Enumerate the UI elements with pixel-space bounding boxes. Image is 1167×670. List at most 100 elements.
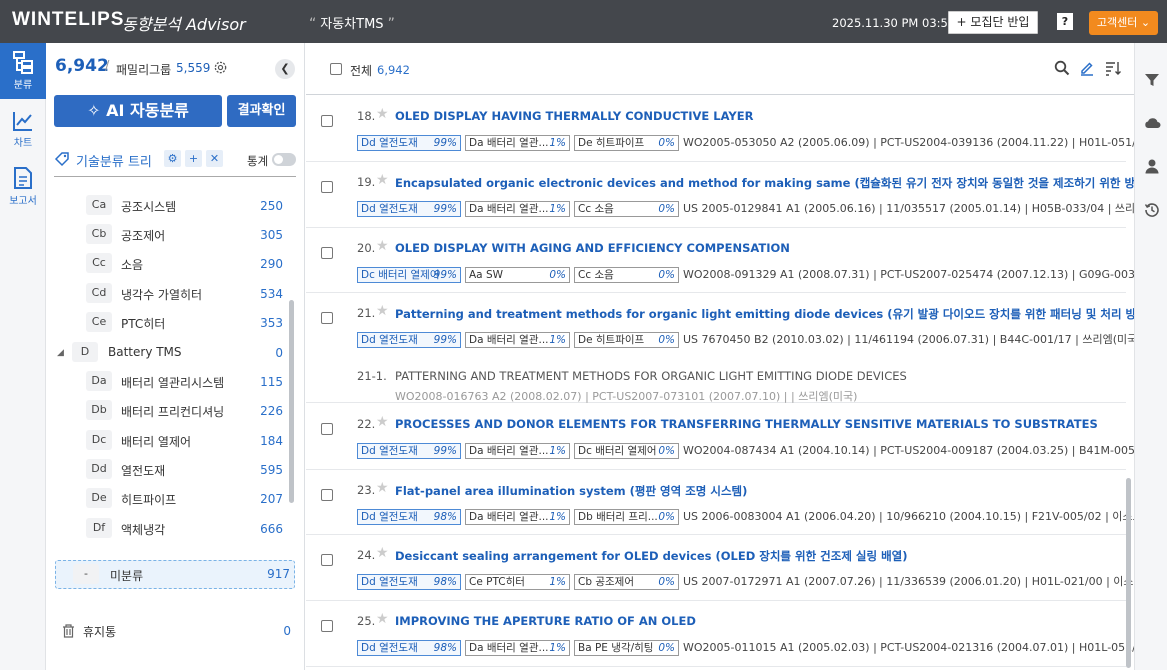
- class-tag-secondary[interactable]: Da 배터리 열관... 1%: [465, 640, 570, 656]
- view-result-button[interactable]: 결과확인: [227, 95, 296, 127]
- select-all-checkbox[interactable]: [330, 63, 342, 75]
- class-tag-tertiary[interactable]: Db 배터리 프리... 0%: [574, 509, 679, 525]
- class-tag-tertiary[interactable]: De 히트파이프 0%: [574, 332, 679, 348]
- patent-title[interactable]: Patterning and treatment methods for org…: [395, 306, 1134, 322]
- tree-node[interactable]: Ca 공조시스템 250: [46, 193, 296, 222]
- tree-node[interactable]: Ce PTC히터 353: [46, 310, 296, 339]
- patent-row[interactable]: 20. ★ OLED DISPLAY WITH AGING AND EFFICI…: [306, 228, 1134, 293]
- tree-scrollbar[interactable]: [289, 300, 294, 503]
- row-checkbox[interactable]: [321, 489, 333, 501]
- nav-chart[interactable]: 차트: [0, 103, 46, 159]
- patent-row[interactable]: 18. ★ OLED DISPLAY HAVING THERMALLY COND…: [306, 96, 1134, 162]
- patent-title[interactable]: Encapsulated organic electronic devices …: [395, 175, 1134, 191]
- row-checkbox[interactable]: [321, 620, 333, 632]
- class-tag-secondary[interactable]: Da 배터리 열관... 1%: [465, 509, 570, 525]
- star-icon[interactable]: ★: [376, 238, 389, 254]
- class-tag-tertiary[interactable]: Ba PE 냉각/히팅 0%: [574, 640, 679, 656]
- tree-node[interactable]: Dd 열전도재 595: [46, 457, 296, 486]
- expand-caret-icon[interactable]: ◢: [57, 348, 64, 358]
- nav-report[interactable]: 보고서: [0, 159, 46, 215]
- tree-remove-button[interactable]: ✕: [206, 150, 223, 167]
- patent-row[interactable]: 22. ★ PROCESSES AND DONOR ELEMENTS FOR T…: [306, 404, 1134, 470]
- row-checkbox[interactable]: [321, 181, 333, 193]
- patent-title[interactable]: Flat-panel area illumination system (평판 …: [395, 483, 747, 499]
- class-tag-tertiary[interactable]: Cc 소음 0%: [574, 201, 679, 217]
- class-tag-tertiary[interactable]: De 히트파이프 0%: [574, 135, 679, 151]
- history-icon[interactable]: [1144, 202, 1160, 218]
- row-checkbox[interactable]: [321, 247, 333, 259]
- patent-row[interactable]: 21. ★ Patterning and treatment methods f…: [306, 293, 1134, 359]
- star-icon[interactable]: ★: [376, 172, 389, 188]
- class-tag-tertiary[interactable]: Dc 배터리 열제어 0%: [574, 443, 679, 459]
- tree-node-parent[interactable]: ◢ D Battery TMS 0: [46, 340, 296, 369]
- star-icon[interactable]: ★: [376, 106, 389, 122]
- list-scrollbar[interactable]: [1126, 478, 1131, 668]
- patent-title[interactable]: IMPROVING THE APERTURE RATIO OF AN OLED: [395, 614, 696, 628]
- patent-title[interactable]: OLED DISPLAY WITH AGING AND EFFICIENCY C…: [395, 241, 790, 255]
- tree-node[interactable]: Cd 냉각수 가열히터 534: [46, 281, 296, 310]
- tag-label: Dd 열전도재: [361, 334, 418, 346]
- patent-row[interactable]: 19. ★ Encapsulated organic electronic de…: [306, 162, 1134, 228]
- tree-node[interactable]: Db 배터리 프리컨디셔닝 226: [46, 398, 296, 427]
- class-tag-primary[interactable]: Dd 열전도재 98%: [357, 574, 461, 590]
- star-icon[interactable]: ★: [376, 545, 389, 561]
- family-sub-row[interactable]: 21-1. PATTERNING AND TREATMENT METHODS F…: [306, 359, 1126, 403]
- tree-add-button[interactable]: +: [185, 150, 202, 167]
- class-tag-primary[interactable]: Dc 배터리 열제어 99%: [357, 267, 461, 283]
- row-checkbox[interactable]: [321, 423, 333, 435]
- import-population-button[interactable]: + 모집단 반입: [948, 11, 1038, 34]
- ai-auto-classify-button[interactable]: ✧ AI 자동분류: [54, 95, 222, 127]
- tree-node[interactable]: Dc 배터리 열제어 184: [46, 428, 296, 457]
- nav-classification[interactable]: 분류: [0, 43, 46, 99]
- class-tag-secondary[interactable]: Ce PTC히터 1%: [465, 574, 570, 590]
- cloud-icon[interactable]: [1144, 116, 1161, 130]
- tree-node[interactable]: Df 액체냉각 666: [46, 516, 296, 545]
- star-icon[interactable]: ★: [376, 611, 389, 627]
- unclassified-node[interactable]: - 미분류 917: [55, 560, 295, 589]
- class-tag-secondary[interactable]: Da 배터리 열관... 1%: [465, 201, 570, 217]
- user-icon[interactable]: [1144, 158, 1160, 174]
- class-tag-tertiary[interactable]: Cc 소음 0%: [574, 267, 679, 283]
- patent-title[interactable]: OLED DISPLAY HAVING THERMALLY CONDUCTIVE…: [395, 109, 753, 123]
- sub-row-title[interactable]: PATTERNING AND TREATMENT METHODS FOR ORG…: [395, 369, 907, 383]
- class-tag-primary[interactable]: Dd 열전도재 98%: [357, 509, 461, 525]
- star-icon[interactable]: ★: [376, 414, 389, 430]
- patent-row[interactable]: 25. ★ IMPROVING THE APERTURE RATIO OF AN…: [306, 601, 1134, 667]
- edit-pen-icon[interactable]: [1079, 60, 1095, 76]
- star-icon[interactable]: ★: [376, 303, 389, 319]
- tree-node[interactable]: Cc 소음 290: [46, 251, 296, 280]
- patent-row[interactable]: 23. ★ Flat-panel area illumination syste…: [306, 470, 1134, 535]
- class-tag-primary[interactable]: Dd 열전도재 99%: [357, 443, 461, 459]
- class-tag-primary[interactable]: Dd 열전도재 99%: [357, 201, 461, 217]
- tree-node[interactable]: De 히트파이프 207: [46, 486, 296, 515]
- class-tag-secondary[interactable]: Da 배터리 열관... 1%: [465, 135, 570, 151]
- help-button[interactable]: ?: [1057, 13, 1073, 30]
- row-checkbox[interactable]: [321, 115, 333, 127]
- sort-icon[interactable]: [1105, 60, 1121, 76]
- tree-node[interactable]: Da 배터리 열관리시스템 115: [46, 369, 296, 398]
- patent-title[interactable]: Desiccant sealing arrangement for OLED d…: [395, 548, 908, 564]
- stats-toggle[interactable]: [272, 153, 296, 166]
- class-tag-primary[interactable]: Dd 열전도재 99%: [357, 135, 461, 151]
- customer-center-button[interactable]: 고객센터 ⌄: [1089, 11, 1158, 35]
- tree-node[interactable]: Cb 공조제어 305: [46, 222, 296, 251]
- patent-row[interactable]: 24. ★ Desiccant sealing arrangement for …: [306, 535, 1134, 601]
- tree-settings-button[interactable]: ⚙: [164, 150, 181, 167]
- class-tag-primary[interactable]: Dd 열전도재 99%: [357, 332, 461, 348]
- node-count: 207: [260, 492, 283, 506]
- search-icon[interactable]: [1054, 60, 1070, 76]
- star-icon[interactable]: ★: [376, 480, 389, 496]
- patent-title[interactable]: PROCESSES AND DONOR ELEMENTS FOR TRANSFE…: [395, 417, 1098, 431]
- class-tag-tertiary[interactable]: Cb 공조제어 0%: [574, 574, 679, 590]
- class-tag-primary[interactable]: Dd 열전도재 98%: [357, 640, 461, 656]
- collapse-panel-button[interactable]: ❮: [275, 59, 295, 79]
- trash-node[interactable]: 휴지통 0: [55, 620, 295, 644]
- app-logo[interactable]: WINTELIPS: [12, 9, 124, 31]
- row-checkbox[interactable]: [321, 312, 333, 324]
- class-tag-secondary[interactable]: Aa SW 0%: [465, 267, 570, 283]
- class-tag-secondary[interactable]: Da 배터리 열관... 1%: [465, 332, 570, 348]
- row-checkbox[interactable]: [321, 554, 333, 566]
- filter-icon[interactable]: [1144, 72, 1160, 88]
- settings-gear-icon[interactable]: [213, 60, 228, 75]
- class-tag-secondary[interactable]: Da 배터리 열관... 1%: [465, 443, 570, 459]
